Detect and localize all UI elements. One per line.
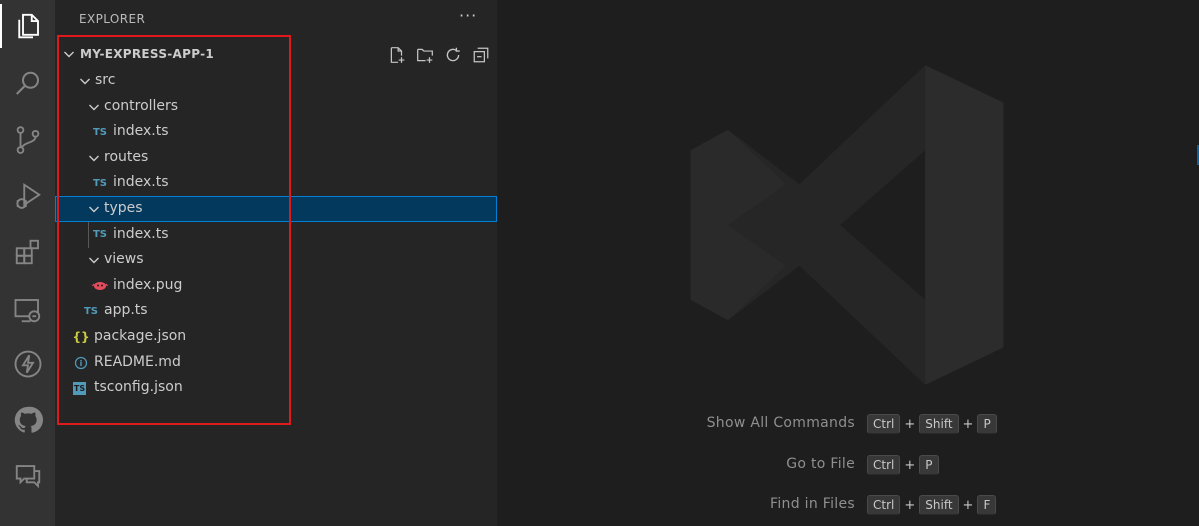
keybinding: Ctrl + Shift + P [867,414,997,434]
keybinding: Ctrl + Shift + F [867,495,997,515]
tree-item-label: package.json [94,328,187,344]
key-separator: + [962,416,974,432]
folder-row[interactable]: controllers [55,94,497,120]
key-cap: F [977,495,997,515]
chevron-down-icon [80,78,90,85]
info-file-icon: i [73,355,89,371]
workspace-section-header[interactable]: MY-EXPRESS-APP-1 [55,44,497,66]
indent-guide [88,222,89,248]
file-row[interactable]: TS index.ts [55,119,497,145]
refresh-icon[interactable] [443,45,463,65]
file-row[interactable]: TS app.ts [55,298,497,324]
chevron-down-icon [89,206,99,213]
key-cap: P [977,414,997,434]
tree-item-label: tsconfig.json [94,379,183,396]
tree-item-label: app.ts [104,302,148,319]
tree-item-label: controllers [104,97,179,114]
key-cap: Ctrl [867,414,901,434]
file-row[interactable]: {} package.json [55,324,497,350]
pug-file-icon [92,278,108,294]
collapse-all-icon[interactable] [471,45,491,65]
key-cap: Ctrl [867,495,901,515]
folder-row[interactable]: types [55,196,497,222]
key-separator: + [904,497,916,513]
typescript-file-icon: TS [92,126,108,138]
typescript-file-icon: TS [92,229,108,241]
tsconfig-file-icon: TS [73,382,86,396]
vscode-logo-watermark [690,65,1004,385]
chevron-down-icon [89,155,99,162]
file-row[interactable]: index.pug [55,273,497,299]
shortcut-label: Find in Files [770,496,855,512]
new-file-icon[interactable] [387,45,407,65]
files-icon[interactable] [0,4,55,48]
feedback-icon[interactable] [0,454,55,498]
tree-item-label: README.md [94,353,181,370]
run-debug-icon[interactable] [0,174,55,218]
chevron-down-icon [89,104,99,111]
shortcut-label: Go to File [786,456,855,472]
shortcut-label: Show All Commands [706,415,855,431]
tree-item-label: routes [104,148,149,165]
tree-item-label: index.ts [113,123,169,140]
remote-explorer-icon[interactable] [0,288,55,332]
tree-item-label: types [104,200,143,216]
tree-item-label: index.pug [113,276,183,293]
search-icon[interactable] [0,62,55,106]
explorer-sidebar: EXPLORER ··· MY-EXPRESS-APP-1 src control… [55,0,497,526]
editor-area: Show All Commands Ctrl + Shift + P Go to File C… [497,0,1199,526]
key-separator: + [904,457,916,473]
typescript-file-icon: TS [92,177,108,189]
folder-row[interactable]: src [55,68,497,94]
activity-bar [0,0,55,526]
file-row[interactable]: TS index.ts [55,222,497,248]
chevron-down-icon [89,257,99,264]
key-cap: Shift [919,495,959,515]
tree-item-label: index.ts [113,174,169,191]
chevron-down-icon [64,51,74,58]
folder-row[interactable]: views [55,247,497,273]
file-row[interactable]: i README.md [55,350,497,376]
tree-item-label: index.ts [113,225,169,242]
extensions-icon[interactable] [0,230,55,274]
source-control-icon[interactable] [0,118,55,162]
key-separator: + [962,497,974,513]
key-separator: + [904,416,916,432]
tree-item-label: src [95,72,116,88]
shortcut-row: Go to File Ctrl + P [497,455,1199,477]
svg-text:i: i [80,359,83,368]
file-row[interactable]: TS tsconfig.json [55,375,497,401]
new-folder-icon[interactable] [415,45,435,65]
folder-row[interactable]: routes [55,145,497,171]
typescript-file-icon: TS [83,305,99,317]
explorer-actions [387,45,491,65]
shortcut-row: Find in Files Ctrl + Shift + F [497,495,1199,517]
key-cap: P [919,455,939,475]
github-icon[interactable] [0,398,55,442]
azure-icon[interactable] [0,342,55,386]
more-actions-icon[interactable]: ··· [459,6,477,25]
key-cap: Shift [919,414,959,434]
key-cap: Ctrl [867,455,901,475]
tree-item-label: views [104,251,144,268]
keybinding: Ctrl + P [867,455,939,475]
shortcut-row: Show All Commands Ctrl + Shift + P [497,414,1199,436]
workspace-name: MY-EXPRESS-APP-1 [80,47,215,61]
explorer-title: EXPLORER [79,12,146,26]
file-row[interactable]: TS index.ts [55,170,497,196]
json-file-icon: {} [72,330,90,344]
